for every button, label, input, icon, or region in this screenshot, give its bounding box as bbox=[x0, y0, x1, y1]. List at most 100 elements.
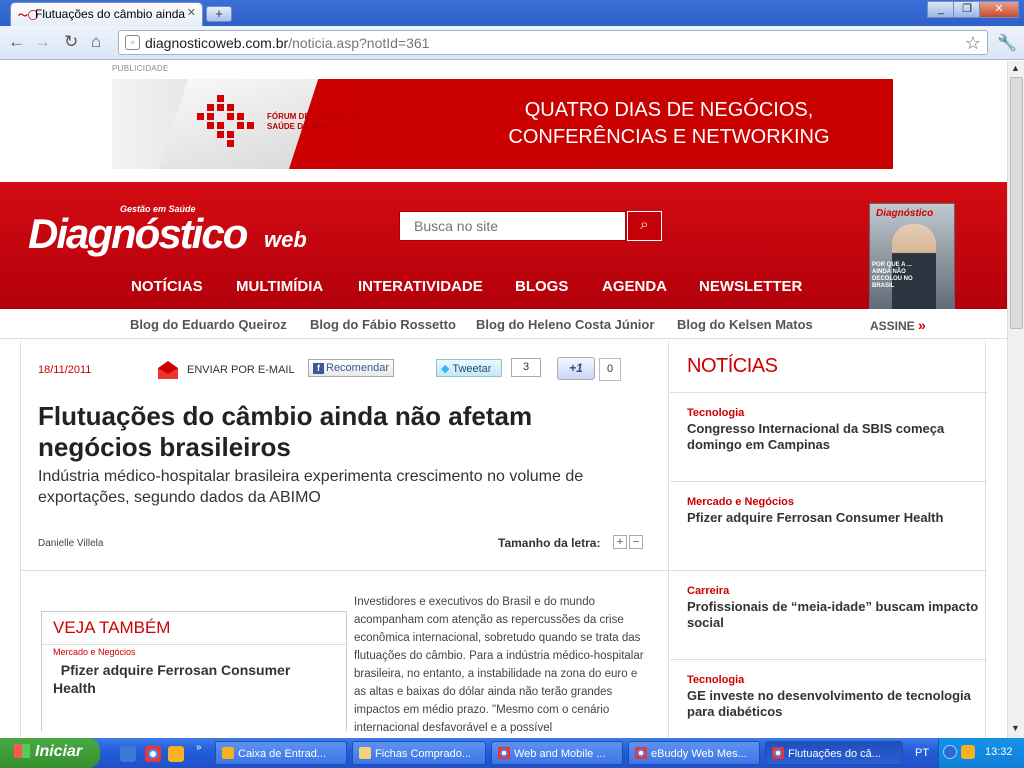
close-window-button[interactable]: ✕ bbox=[979, 1, 1019, 18]
nav-newsletter[interactable]: NEWSLETTER bbox=[699, 278, 802, 295]
back-icon[interactable]: ← bbox=[8, 32, 25, 52]
news-item[interactable]: Carreira Profissionais de “meia-idade” b… bbox=[687, 585, 982, 631]
blog-link[interactable]: Blog do Eduardo Queiroz bbox=[130, 317, 287, 332]
chrome-icon bbox=[498, 747, 510, 759]
quicklaunch-expand-icon[interactable]: » bbox=[196, 742, 202, 753]
home-icon[interactable]: ⌂ bbox=[91, 32, 101, 52]
minimize-button[interactable]: _ bbox=[927, 1, 955, 18]
reload-icon[interactable]: ↻ bbox=[64, 32, 78, 52]
clock[interactable]: 13:32 bbox=[985, 746, 1013, 758]
scroll-down-icon[interactable]: ▼ bbox=[1011, 723, 1020, 733]
sidebar-title: NOTÍCIAS bbox=[687, 355, 778, 377]
task-label: Web and Mobile ... bbox=[514, 748, 606, 760]
browser-window: 〜◯ Flutuações do câmbio ainda nã ✕ + _ ❐… bbox=[0, 0, 1024, 738]
news-category[interactable]: Carreira bbox=[687, 585, 982, 597]
blog-link[interactable]: Blog do Heleno Costa Júnior bbox=[476, 317, 654, 332]
task-label: Flutuações do câ... bbox=[788, 748, 881, 760]
language-indicator[interactable]: PT bbox=[915, 747, 929, 759]
page-viewport: PUBLICIDADE Fórum de Líderes da Saúde do… bbox=[0, 61, 1007, 738]
network-icon[interactable] bbox=[943, 745, 957, 759]
browser-toolbar: ← → ↻ ⌂ ▫ diagnosticoweb.com.br/noticia.… bbox=[0, 26, 1024, 60]
tweet-count: 3 bbox=[511, 358, 541, 377]
ad-banner[interactable]: Fórum de Líderes da Saúde do Nordeste QU… bbox=[112, 79, 893, 169]
article: 18/11/2011 ENVIAR POR E-MAIL f Recomendar… bbox=[21, 341, 669, 738]
see-also-title: VEJA TAMBÉM bbox=[53, 618, 171, 637]
magazine-cover[interactable]: Diagnóstico POR QUE A ... AINDA NÃO DECO… bbox=[869, 203, 955, 318]
ad-headline-line2: CONFERÊNCIAS E NETWORKING bbox=[508, 126, 830, 148]
scroll-up-icon[interactable]: ▲ bbox=[1011, 63, 1020, 73]
chevron-right-icon: » bbox=[918, 317, 926, 333]
nav-noticias[interactable]: NOTÍCIAS bbox=[131, 278, 203, 295]
see-also-link[interactable]: Pfizer adquire Ferrosan Consumer Health bbox=[53, 661, 323, 697]
new-tab-button[interactable]: + bbox=[206, 6, 232, 22]
news-category[interactable]: Tecnologia bbox=[687, 674, 982, 686]
nav-blogs[interactable]: BLOGS bbox=[515, 278, 568, 295]
vertical-scrollbar[interactable]: ▲ ▼ bbox=[1007, 61, 1024, 738]
address-bar[interactable]: ▫ diagnosticoweb.com.br/noticia.asp?notI… bbox=[118, 30, 988, 55]
forward-icon[interactable]: → bbox=[34, 32, 51, 52]
news-item[interactable]: Tecnologia GE investe no desenvolvimento… bbox=[687, 674, 982, 720]
email-button[interactable]: ENVIAR POR E-MAIL bbox=[187, 364, 295, 376]
taskbar-item[interactable]: Caixa de Entrad... bbox=[215, 741, 347, 765]
folder-icon bbox=[359, 747, 371, 759]
email-icon[interactable] bbox=[156, 359, 180, 381]
wrench-menu-icon[interactable]: 🔧 bbox=[997, 33, 1017, 53]
logo-web: web bbox=[264, 227, 307, 252]
see-also-category[interactable]: Mercado e Negócios bbox=[53, 647, 136, 657]
ad-label: PUBLICIDADE bbox=[112, 64, 169, 73]
tweet-button[interactable]: ◆ Tweetar bbox=[436, 359, 502, 377]
tab-active[interactable]: 〜◯ Flutuações do câmbio ainda nã ✕ bbox=[10, 2, 203, 26]
nav-interatividade[interactable]: INTERATIVIDADE bbox=[358, 278, 483, 295]
taskbar-item-active[interactable]: Flutuações do câ... bbox=[765, 741, 903, 765]
system-tray: 13:32 bbox=[938, 738, 1024, 768]
font-increase-button[interactable]: + bbox=[613, 535, 627, 549]
mail-icon bbox=[222, 747, 234, 759]
divider bbox=[42, 644, 348, 645]
tweet-label: Tweetar bbox=[452, 363, 492, 375]
subscribe-label: ASSINE bbox=[870, 319, 915, 333]
see-also-link-text: Pfizer adquire Ferrosan Consumer Health bbox=[53, 662, 291, 696]
show-desktop-icon[interactable] bbox=[120, 746, 136, 762]
chrome-icon[interactable] bbox=[145, 746, 161, 762]
news-title[interactable]: Profissionais de “meia-idade” buscam imp… bbox=[687, 599, 982, 631]
blog-link[interactable]: Blog do Fábio Rossetto bbox=[310, 317, 456, 332]
url-text[interactable]: diagnosticoweb.com.br/noticia.asp?notId=… bbox=[145, 35, 429, 51]
divider bbox=[670, 570, 987, 571]
news-category[interactable]: Tecnologia bbox=[687, 407, 982, 419]
search-button[interactable]: ⌕ bbox=[627, 211, 662, 241]
news-item[interactable]: Tecnologia Congresso Internacional da SB… bbox=[687, 407, 982, 453]
forum-name: Fórum de Líderes da Saúde do Nordeste bbox=[267, 112, 361, 131]
news-title[interactable]: Pfizer adquire Ferrosan Consumer Health bbox=[687, 510, 982, 526]
news-title[interactable]: GE investe no desenvolvimento de tecnolo… bbox=[687, 688, 982, 720]
start-button[interactable]: Iniciar bbox=[0, 738, 100, 768]
nav-agenda[interactable]: AGENDA bbox=[602, 278, 667, 295]
maximize-button[interactable]: ❐ bbox=[953, 1, 981, 18]
taskbar-item[interactable]: Fichas Comprado... bbox=[352, 741, 486, 765]
messenger-tray-icon[interactable] bbox=[961, 745, 975, 759]
task-label: Fichas Comprado... bbox=[375, 748, 471, 760]
news-category[interactable]: Mercado e Negócios bbox=[687, 496, 982, 508]
search-input[interactable] bbox=[399, 211, 626, 241]
news-item[interactable]: Mercado e Negócios Pfizer adquire Ferros… bbox=[687, 496, 982, 526]
scroll-thumb[interactable] bbox=[1010, 77, 1023, 329]
start-label: Iniciar bbox=[35, 743, 83, 760]
tab-close-icon[interactable]: ✕ bbox=[187, 6, 196, 19]
subscribe-link[interactable]: ASSINE » bbox=[870, 317, 926, 333]
taskbar-item[interactable]: Web and Mobile ... bbox=[491, 741, 623, 765]
article-author: Danielle Villela bbox=[38, 538, 104, 549]
bookmark-star-icon[interactable]: ☆ bbox=[965, 33, 981, 54]
google-plus-count: 0 bbox=[599, 358, 621, 381]
font-size-label: Tamanho da letra: bbox=[498, 536, 601, 550]
news-title[interactable]: Congresso Internacional da SBIS começa d… bbox=[687, 421, 982, 453]
blog-link[interactable]: Blog do Kelsen Matos bbox=[677, 317, 813, 332]
facebook-recommend-button[interactable]: f Recomendar bbox=[308, 359, 394, 377]
task-label: eBuddy Web Mes... bbox=[651, 748, 747, 760]
messenger-icon[interactable] bbox=[168, 746, 184, 762]
divider bbox=[670, 392, 987, 393]
nav-multimidia[interactable]: MULTIMÍDIA bbox=[236, 278, 323, 295]
taskbar-item[interactable]: eBuddy Web Mes... bbox=[628, 741, 760, 765]
chrome-icon bbox=[772, 747, 784, 759]
tab-title: Flutuações do câmbio ainda nã bbox=[35, 7, 185, 21]
google-plus-button[interactable]: +1 bbox=[557, 357, 595, 380]
font-decrease-button[interactable]: − bbox=[629, 535, 643, 549]
